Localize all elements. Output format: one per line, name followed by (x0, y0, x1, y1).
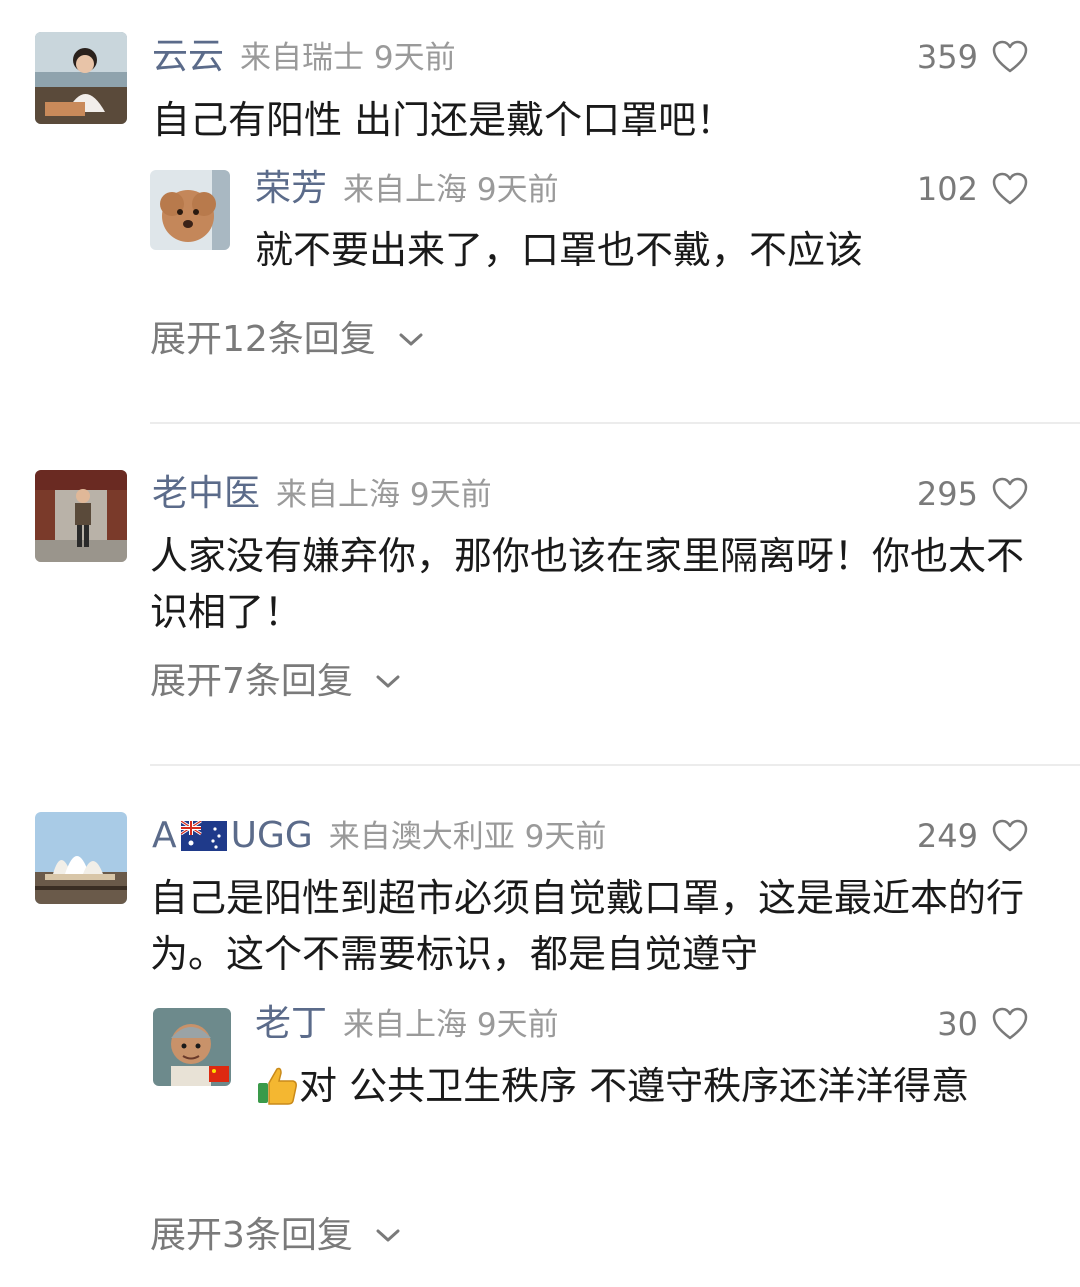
heart-icon (992, 1007, 1028, 1040)
comment-text: 自己有阳性 出门还是戴个口罩吧！ (152, 98, 735, 142)
user-avatar[interactable] (35, 32, 127, 124)
cartoon-man-avatar (153, 1008, 231, 1086)
heart-icon (992, 819, 1028, 852)
australia-flag-icon (180, 821, 227, 851)
username-text[interactable]: UGG (231, 815, 313, 856)
expand-replies-label: 展开3条回复 (150, 1215, 353, 1256)
like-button[interactable]: 295 (917, 472, 1028, 516)
divider (150, 422, 1080, 424)
divider (150, 764, 1080, 766)
reply-like-button[interactable]: 30 (937, 1002, 1028, 1046)
heart-icon (992, 172, 1028, 205)
reply-avatar[interactable] (150, 170, 230, 250)
comment-meta: 来自瑞士 9天前 (240, 40, 456, 76)
comment-username[interactable]: A UGG 来自澳大利亚 9天前 (152, 814, 606, 859)
comment-meta: 来自上海 9天前 (276, 477, 492, 513)
reply-text: 就不要出来了，口罩也不戴，不应该 (255, 228, 864, 272)
expand-replies-button[interactable]: 展开12条回复 (150, 318, 424, 362)
reply-meta: 来自上海 9天前 (343, 1007, 559, 1043)
heart-icon (992, 40, 1028, 73)
like-count: 295 (916, 475, 978, 513)
chevron-down-icon (376, 1229, 400, 1242)
like-button[interactable]: 249 (917, 814, 1028, 858)
comment-username[interactable]: 老中医 来自上海 9天前 (152, 472, 492, 517)
like-count: 249 (916, 817, 978, 855)
reply-username[interactable]: 荣芳 来自上海 9天前 (255, 167, 559, 212)
comment-text: 人家没有嫌弃你，那你也该在家里隔离呀！你也太不识相了！ (150, 534, 1025, 634)
user-avatar[interactable] (35, 812, 127, 904)
reply-username[interactable]: 老丁 来自上海 9天前 (255, 1002, 559, 1047)
username-text[interactable]: A (152, 815, 177, 856)
reply-meta: 来自上海 9天前 (343, 172, 559, 208)
like-count: 30 (937, 1005, 978, 1043)
expand-replies-button[interactable]: 展开7条回复 (150, 660, 401, 704)
expand-replies-label: 展开7条回复 (150, 661, 353, 702)
comment-text: 自己是阳性到超市必须自觉戴口罩，这是最近本的行为。这个不需要标识，都是自觉遵守 (150, 876, 1025, 976)
like-count: 359 (916, 38, 978, 76)
reply-avatar[interactable] (153, 1008, 231, 1086)
username-text[interactable]: 荣芳 (255, 168, 327, 209)
like-count: 102 (916, 170, 978, 208)
reply-like-button[interactable]: 102 (917, 167, 1028, 211)
reply-text: 对 公共卫生秩序 不遵守秩序还洋洋得意 (255, 1058, 1025, 1114)
sydney-opera-house-avatar (35, 812, 127, 904)
woman-standing-avatar (35, 470, 127, 562)
user-avatar[interactable] (35, 470, 127, 562)
username-text[interactable]: 老中医 (152, 473, 260, 514)
comment-meta: 来自澳大利亚 9天前 (328, 819, 607, 855)
username-text[interactable]: 老丁 (255, 1003, 327, 1044)
expand-replies-button[interactable]: 展开3条回复 (150, 1214, 401, 1258)
thumbs-up-icon (258, 1067, 297, 1105)
expand-replies-label: 展开12条回复 (150, 319, 376, 360)
woman-portrait-avatar (35, 32, 127, 124)
reply-text-content: 对 公共卫生秩序 不遵守秩序还洋洋得意 (299, 1064, 970, 1108)
chevron-down-icon (376, 675, 400, 688)
like-button[interactable]: 359 (917, 35, 1028, 79)
heart-icon (992, 477, 1028, 510)
username-text[interactable]: 云云 (152, 36, 224, 77)
comment-username[interactable]: 云云 来自瑞士 9天前 (152, 35, 456, 80)
chevron-down-icon (399, 333, 423, 346)
poodle-dog-avatar (150, 170, 230, 250)
